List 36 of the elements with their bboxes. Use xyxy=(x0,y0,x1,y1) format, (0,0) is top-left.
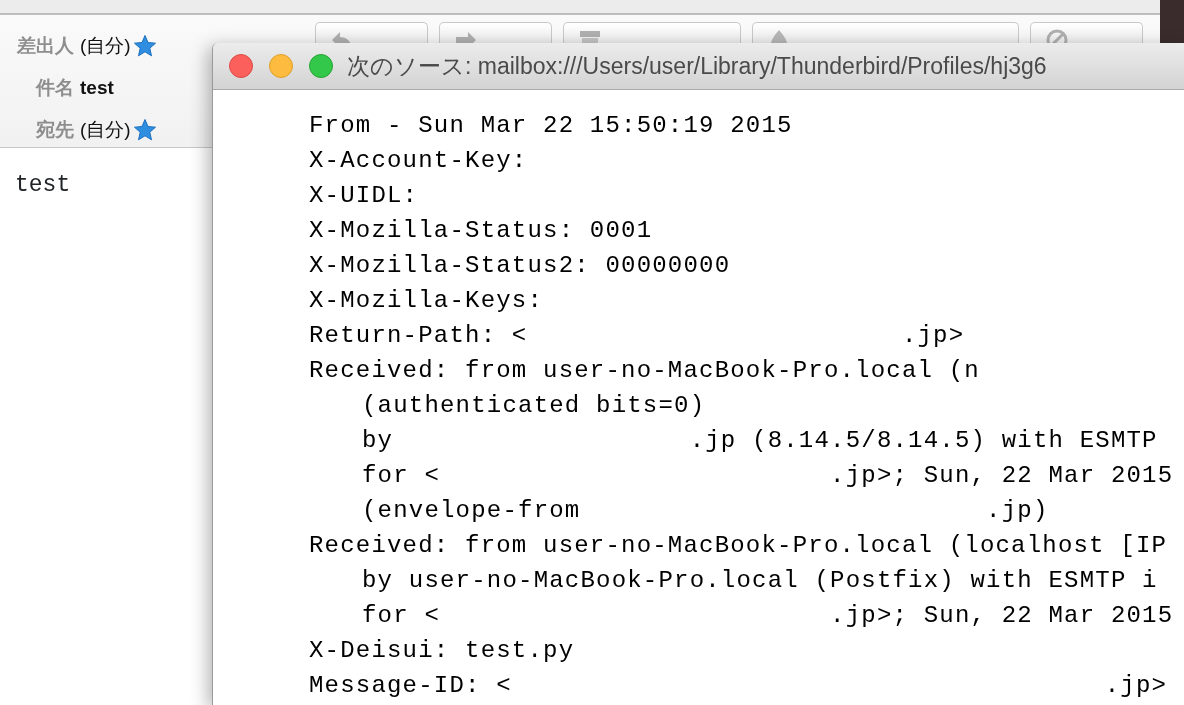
forward-button[interactable] xyxy=(439,22,552,43)
minimize-button[interactable] xyxy=(269,54,293,78)
delete-button[interactable] xyxy=(1030,22,1143,43)
source-line: (authenticated bits=0) xyxy=(362,391,707,421)
subject-value: test xyxy=(80,76,114,100)
source-line: X-Account-Key: xyxy=(309,146,529,176)
reply-button[interactable] xyxy=(315,22,428,43)
zoom-button[interactable] xyxy=(309,54,333,78)
source-line: Message-ID: < .jp> xyxy=(309,671,1169,701)
source-line: X-UIDL: xyxy=(309,181,420,211)
source-line: by user-no-MacBook-Pro.local (Postfix) with ESMTP i xyxy=(362,566,1159,596)
source-line: Return-Path: < .jp> xyxy=(309,321,966,351)
header-label: 件名 xyxy=(34,76,75,100)
source-line: Received: from user-no-MacBook-Pro.local (n xyxy=(309,356,981,386)
desktop-background xyxy=(1160,0,1184,45)
header-label: 宛先 xyxy=(35,118,75,142)
archive-button[interactable] xyxy=(563,22,741,43)
address-value: (自分) xyxy=(80,34,131,58)
message-body: test xyxy=(15,171,71,200)
source-line: X-Mozilla-Status2: 00000000 xyxy=(309,251,732,281)
star-icon xyxy=(132,118,157,142)
address-value: (自分) xyxy=(80,118,131,142)
source-line: (envelope-from .jp) xyxy=(362,496,1050,526)
star-icon xyxy=(132,34,157,58)
source-line: X-Deisui: test.py xyxy=(309,636,576,666)
window-title: 次のソース: mailbox:///Users/user/Library/Thunderbird/Profiles/hj3g6 xyxy=(347,51,1047,81)
source-line: X-Mozilla-Keys: xyxy=(309,286,545,316)
header-label: 差出人 xyxy=(15,34,75,58)
source-line: From - Sun Mar 22 15:50:19 2015 xyxy=(309,111,794,141)
junk-button[interactable] xyxy=(752,22,1019,43)
source-line: Received: from user-no-MacBook-Pro.local (localhost [IP xyxy=(309,531,1169,561)
source-line: for < .jp>; Sun, 22 Mar 2015 xyxy=(362,601,1175,631)
source-line: for < .jp>; Sun, 22 Mar 2015 xyxy=(362,461,1175,491)
source-line: X-Mozilla-Status: 0001 xyxy=(309,216,654,246)
source-line: by .jp (8.14.5/8.14.5) with ESMTP xyxy=(362,426,1159,456)
close-button[interactable] xyxy=(229,54,253,78)
